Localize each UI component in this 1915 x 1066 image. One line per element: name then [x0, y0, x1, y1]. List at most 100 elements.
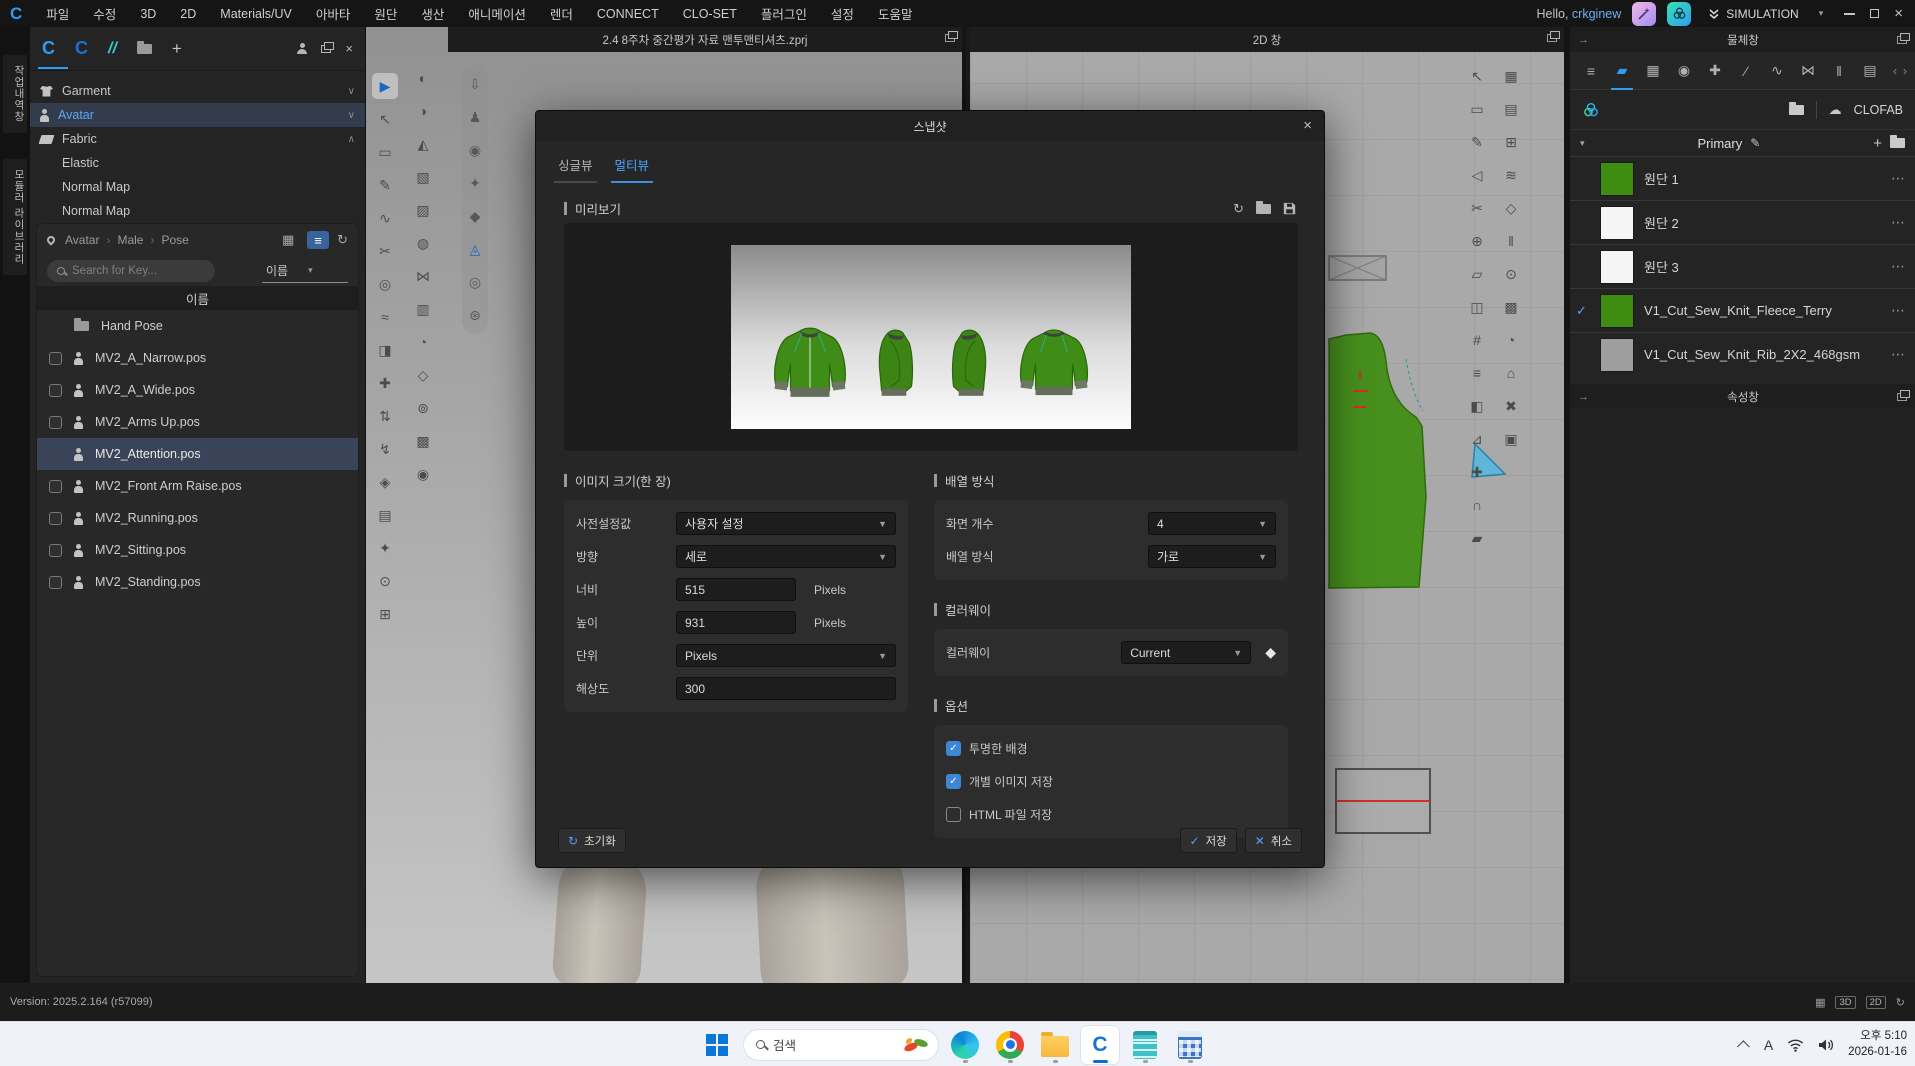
list-view-icon[interactable]: ≡	[307, 231, 329, 249]
float-window-icon[interactable]	[1897, 393, 1907, 401]
list-item-pose[interactable]: MV2_Arms Up.pos	[37, 406, 358, 438]
list-item-hand-pose[interactable]: Hand Pose	[37, 310, 358, 342]
height-input[interactable]: 931	[676, 611, 796, 634]
fabric-row[interactable]: 원단 3 ⋯	[1570, 244, 1915, 288]
2d-tool-icon[interactable]: ∩	[1464, 492, 1490, 518]
close-button[interactable]: ×	[1894, 6, 1903, 21]
menu-clo-set[interactable]: CLO-SET	[671, 7, 749, 21]
name-column-header[interactable]: 이름	[37, 286, 358, 310]
screen-count-dropdown[interactable]: 4▼	[1148, 512, 1276, 535]
more-options-icon[interactable]: ⋯	[1891, 302, 1905, 319]
file-explorer-icon[interactable]	[1036, 1026, 1074, 1064]
add-library-icon[interactable]: +	[172, 39, 182, 59]
colorway-dropdown[interactable]: Current▼	[1121, 641, 1251, 664]
list-item-pose[interactable]: MV2_Sitting.pos	[37, 534, 358, 566]
view-mode-icon[interactable]: ◆	[462, 203, 488, 229]
float-window-icon[interactable]	[1547, 34, 1557, 42]
list-item-pose[interactable]: MV2_A_Wide.pos	[37, 374, 358, 406]
folder-icon[interactable]	[1890, 138, 1905, 148]
chevron-down-icon[interactable]: ▾	[1580, 138, 1585, 149]
clofab-label[interactable]: CLOFAB	[1854, 103, 1903, 117]
refresh-icon[interactable]: ↻	[337, 232, 348, 248]
3d-tool-icon[interactable]: ▶	[372, 73, 398, 99]
float-window-icon[interactable]	[1897, 36, 1907, 44]
breadcrumb-avatar[interactable]: Avatar	[65, 233, 99, 247]
3d-display-icon[interactable]: ▨	[410, 197, 436, 223]
pose-checkbox[interactable]	[49, 576, 62, 589]
object-tab-icon[interactable]: ⁄	[1733, 58, 1759, 84]
dialog-close-icon[interactable]: ×	[1303, 117, 1312, 134]
taskbar-search-input[interactable]: 검색	[743, 1029, 939, 1061]
checkbox-checked-icon[interactable]: ✓	[946, 741, 961, 756]
2d-tool-icon[interactable]: ⊕	[1464, 228, 1490, 254]
2d-tool-icon[interactable]: ✚	[1464, 459, 1490, 485]
folder-tab-icon[interactable]	[137, 44, 152, 54]
notepad-icon[interactable]	[1126, 1026, 1164, 1064]
tab-modular-library[interactable]: 모듈러 라이브러리	[3, 159, 27, 275]
collapse-panel-icon[interactable]: →	[1578, 34, 1589, 46]
pose-checkbox[interactable]	[49, 480, 62, 493]
2d-tool-icon[interactable]: ▰	[1464, 525, 1490, 551]
2d-tool-icon[interactable]: ↖	[1464, 63, 1490, 89]
edge-browser-icon[interactable]	[946, 1026, 984, 1064]
sync-icon[interactable]: ↻	[1896, 996, 1905, 1009]
2d-tool-icon[interactable]: ▤	[1498, 96, 1524, 122]
3d-display-icon[interactable]: ⋈	[410, 263, 436, 289]
2d-window-badge[interactable]: 2D	[1866, 996, 1886, 1009]
3d-tool-icon[interactable]: ≈	[372, 304, 398, 330]
clo-library-tab-icon[interactable]: C	[42, 38, 55, 59]
2d-tool-icon[interactable]: ✎	[1464, 129, 1490, 155]
search-input[interactable]: Search for Key...	[47, 260, 215, 282]
view-mode-icon[interactable]: ⇩	[462, 71, 488, 97]
3d-display-icon[interactable]: ◇	[410, 362, 436, 388]
tab-work-history[interactable]: 작업내역창	[3, 55, 27, 133]
3d-tool-icon[interactable]: ▭	[372, 139, 398, 165]
menu-2d[interactable]: 2D	[168, 7, 208, 21]
3d-display-icon[interactable]: ▧	[410, 164, 436, 190]
2d-tool-icon[interactable]: ◫	[1464, 294, 1490, 320]
tree-item-garment[interactable]: Garment ∨	[30, 79, 365, 103]
checkbox-unchecked-icon[interactable]	[946, 807, 961, 822]
pose-checkbox[interactable]	[49, 352, 62, 365]
tree-item-normal-map[interactable]: Normal Map	[30, 175, 365, 199]
menu-animation[interactable]: 애니메이션	[456, 4, 538, 23]
3d-display-icon[interactable]: ▥	[410, 296, 436, 322]
refresh-preview-icon[interactable]: ↻	[1233, 201, 1244, 217]
chevron-up-icon[interactable]: ∧	[348, 134, 355, 145]
3d-tool-icon[interactable]: ◨	[372, 337, 398, 363]
fabric-row[interactable]: 원단 2 ⋯	[1570, 200, 1915, 244]
3d-display-icon[interactable]: ▩	[410, 428, 436, 454]
3d-tool-icon[interactable]: ✚	[372, 370, 398, 396]
view-mode-icon-active[interactable]: ◬	[462, 236, 488, 262]
menu-connect[interactable]: CONNECT	[585, 7, 671, 21]
list-item-pose[interactable]: MV2_Front Arm Raise.pos	[37, 470, 358, 502]
2d-tool-icon[interactable]: ✖	[1498, 393, 1524, 419]
clo-app-icon[interactable]: C	[1081, 1026, 1119, 1064]
menu-file[interactable]: 파일	[34, 4, 81, 23]
option-save-individual[interactable]: ✓ 개별 이미지 저장	[946, 768, 1276, 795]
more-options-icon[interactable]: ⋯	[1891, 346, 1905, 363]
object-tab-icon[interactable]: ▦	[1640, 58, 1666, 84]
chrome-browser-icon[interactable]	[991, 1026, 1029, 1064]
3d-tool-icon[interactable]: ∿	[372, 205, 398, 231]
view-mode-icon[interactable]: ✦	[462, 170, 488, 196]
option-transparent-bg[interactable]: ✓ 투명한 배경	[946, 735, 1276, 762]
2d-tool-icon[interactable]: ◇	[1498, 195, 1524, 221]
wifi-icon[interactable]	[1787, 1038, 1804, 1052]
2d-tool-icon[interactable]: ▩	[1498, 294, 1524, 320]
tree-item-normal-map-2[interactable]: Normal Map	[30, 199, 365, 223]
swatchbook-tab-icon[interactable]: //	[108, 40, 117, 58]
3d-tool-icon[interactable]: ✦	[372, 535, 398, 561]
2d-tool-icon[interactable]: ‖	[1498, 228, 1524, 254]
2d-tool-icon[interactable]: ◁	[1464, 162, 1490, 188]
list-item-pose[interactable]: MV2_Standing.pos	[37, 566, 358, 598]
menu-settings[interactable]: 설정	[819, 4, 866, 23]
3d-tool-icon[interactable]: ◈	[372, 469, 398, 495]
tab-multi-view[interactable]: 멀티뷰	[611, 155, 654, 183]
account-icon[interactable]	[297, 43, 307, 54]
pose-checkbox[interactable]	[49, 512, 62, 525]
view-mode-icon[interactable]: ♟	[462, 104, 488, 130]
3d-tool-icon[interactable]: ✎	[372, 172, 398, 198]
menu-3d[interactable]: 3D	[128, 7, 168, 21]
2d-tool-icon[interactable]: ✂	[1464, 195, 1490, 221]
